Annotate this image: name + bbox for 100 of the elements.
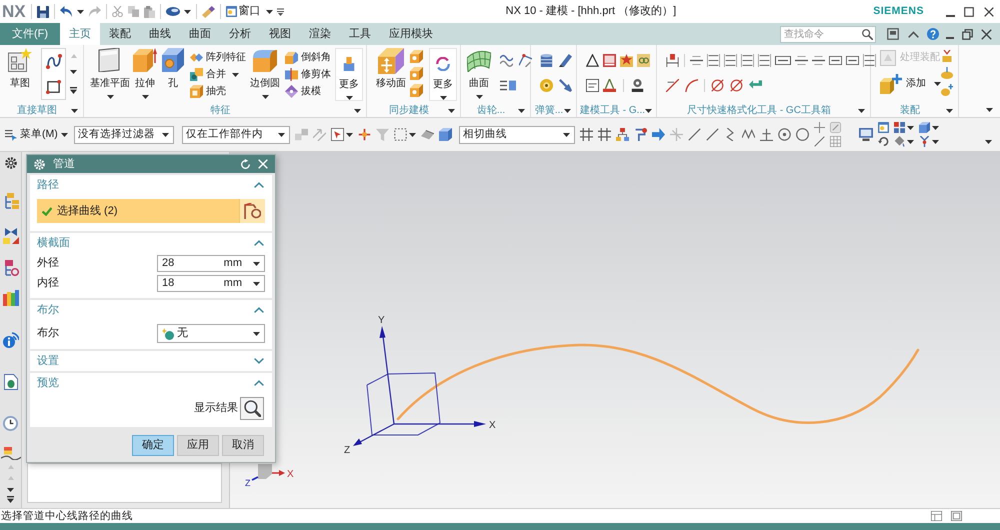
ribbon-button[interactable]: 阵列特征 bbox=[190, 49, 246, 66]
chevron-up-icon[interactable] bbox=[254, 182, 264, 188]
cube-icon[interactable] bbox=[918, 122, 930, 133]
bent-line-icon[interactable] bbox=[634, 128, 647, 141]
three-lines-icon[interactable] bbox=[812, 54, 825, 67]
ribbon-tab[interactable]: 视图 bbox=[260, 23, 300, 45]
caret-icon[interactable] bbox=[7, 488, 14, 492]
block-arrow-icon[interactable] bbox=[133, 48, 157, 72]
polyline-icon[interactable] bbox=[519, 54, 532, 67]
line-icon[interactable] bbox=[814, 136, 825, 147]
caret-icon[interactable] bbox=[162, 132, 169, 136]
more-button[interactable]: 更多 bbox=[335, 48, 363, 101]
curve-rule-dropdown[interactable]: 相切曲线 bbox=[458, 126, 575, 144]
disc-pin-icon[interactable] bbox=[941, 67, 953, 79]
circle-slash-icon[interactable] bbox=[711, 79, 724, 92]
circle-point-icon[interactable] bbox=[778, 128, 791, 141]
caret-icon[interactable] bbox=[906, 140, 914, 144]
window-menu-button[interactable]: 窗口 bbox=[226, 6, 273, 17]
rounded-block-icon[interactable] bbox=[253, 48, 277, 72]
books-icon[interactable] bbox=[2, 290, 18, 306]
ribbon-button[interactable]: 合并 bbox=[190, 66, 246, 83]
circular-arrow-icon[interactable] bbox=[240, 158, 251, 170]
command-search-field[interactable]: 查找命令 bbox=[780, 26, 876, 42]
caret-icon[interactable] bbox=[232, 72, 239, 76]
cube-plus-icon[interactable] bbox=[880, 74, 902, 94]
chevron-up-icon[interactable] bbox=[254, 380, 264, 386]
split-block-icon[interactable] bbox=[285, 68, 298, 81]
ribbon-button[interactable]: 拔模 bbox=[285, 83, 331, 100]
caret-icon[interactable] bbox=[278, 132, 285, 136]
text-box-icon[interactable] bbox=[586, 79, 599, 92]
caret-icon[interactable] bbox=[184, 10, 191, 14]
window-icon[interactable] bbox=[878, 122, 889, 133]
tiles-icon[interactable] bbox=[894, 122, 905, 133]
tree-icon[interactable] bbox=[616, 128, 629, 141]
caret-icon[interactable] bbox=[354, 108, 361, 113]
chevron-down-icon[interactable] bbox=[254, 358, 264, 364]
maximize-icon[interactable] bbox=[964, 6, 974, 16]
search-icon[interactable] bbox=[862, 28, 873, 40]
unit-dropdown[interactable]: mm bbox=[224, 278, 264, 289]
coin-icon[interactable] bbox=[540, 79, 553, 92]
grid-surface-icon[interactable] bbox=[467, 48, 491, 72]
ribbon-tab[interactable]: 曲面 bbox=[180, 23, 220, 45]
bracket-circle-icon[interactable] bbox=[244, 203, 261, 219]
caret-icon[interactable] bbox=[448, 108, 455, 113]
ladder-icon[interactable] bbox=[741, 54, 754, 67]
show-result-button[interactable] bbox=[240, 397, 264, 420]
brush-icon[interactable] bbox=[202, 6, 215, 18]
cube-icon[interactable] bbox=[410, 67, 423, 80]
capsule-icon[interactable] bbox=[166, 7, 180, 16]
minimize-icon[interactable] bbox=[946, 14, 955, 16]
circular-arrows-icon[interactable] bbox=[436, 57, 450, 71]
picture-icon[interactable] bbox=[603, 54, 616, 67]
diamonds-icon[interactable] bbox=[190, 51, 203, 64]
fork-icon[interactable] bbox=[918, 136, 930, 147]
cursor-box-icon[interactable] bbox=[330, 128, 344, 141]
chevron-up-icon[interactable] bbox=[254, 240, 264, 246]
framed-bar-icon[interactable] bbox=[887, 28, 899, 40]
ribbon-button[interactable]: 边倒圆 bbox=[248, 48, 282, 99]
section-header[interactable]: 横截面 bbox=[30, 233, 272, 253]
magnifier-icon[interactable] bbox=[244, 400, 260, 417]
curve-icon[interactable] bbox=[46, 54, 62, 70]
gear-tag-icon[interactable] bbox=[631, 79, 644, 92]
caret-icon[interactable] bbox=[645, 108, 652, 113]
gear-icon[interactable] bbox=[4, 157, 16, 169]
diamond-icon[interactable] bbox=[285, 85, 298, 98]
close-icon[interactable] bbox=[981, 28, 992, 40]
caret-icon[interactable] bbox=[476, 95, 482, 99]
circle-icon[interactable] bbox=[796, 128, 809, 141]
cross-dot-icon[interactable] bbox=[358, 128, 371, 141]
caret-icon[interactable] bbox=[142, 95, 148, 99]
bar-caret-icon[interactable] bbox=[70, 86, 77, 94]
tree-target-icon[interactable] bbox=[2, 260, 18, 276]
section-header[interactable]: 设置 bbox=[30, 351, 272, 371]
shapes-icon[interactable] bbox=[342, 57, 356, 71]
scope-dropdown[interactable]: 仅在工作部件内 bbox=[182, 126, 290, 144]
arrow-right-icon[interactable] bbox=[652, 128, 665, 141]
check-icon[interactable] bbox=[42, 206, 52, 216]
cube-arrows-icon[interactable] bbox=[378, 48, 404, 74]
wave-icon[interactable] bbox=[500, 54, 513, 67]
hollow-cube-icon[interactable] bbox=[190, 85, 203, 98]
caret-icon[interactable] bbox=[934, 82, 941, 86]
caret-icon[interactable] bbox=[408, 132, 416, 136]
number-field[interactable]: 18 mm bbox=[157, 275, 265, 292]
slash-icon[interactable] bbox=[666, 79, 679, 92]
chevron-up-icon[interactable] bbox=[254, 307, 264, 313]
rotate-icon[interactable] bbox=[878, 136, 889, 147]
list-icon[interactable] bbox=[500, 79, 516, 92]
grid-icon[interactable] bbox=[830, 136, 841, 147]
caret-icon[interactable] bbox=[906, 126, 914, 130]
close-icon[interactable] bbox=[984, 6, 994, 16]
help-icon[interactable] bbox=[927, 28, 939, 40]
ribbon-button[interactable]: 拉伸 bbox=[131, 48, 159, 99]
ribbon-button[interactable]: 孔 bbox=[161, 48, 185, 89]
caret-icon[interactable] bbox=[346, 96, 352, 100]
three-lines-icon[interactable] bbox=[795, 54, 808, 67]
three-lines-icon[interactable] bbox=[690, 54, 703, 67]
overlapping-blocks-icon[interactable] bbox=[190, 68, 203, 81]
tree-icon[interactable] bbox=[2, 193, 18, 209]
clock-icon[interactable] bbox=[3, 416, 18, 431]
caret-icon[interactable] bbox=[71, 108, 78, 113]
